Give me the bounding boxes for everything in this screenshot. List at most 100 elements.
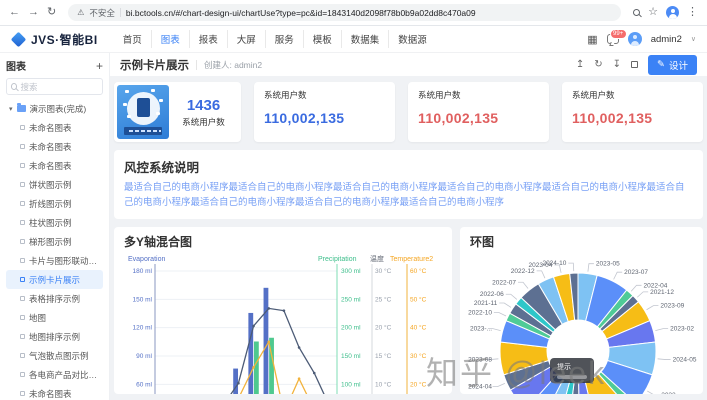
url-bar[interactable]: ⚠ 不安全 bi.bctools.cn/#/chart-design-ui/ch… (68, 4, 621, 21)
description-text: 最适合自己的电商小程序最适合自己的电商小程序最适合自己的电商小程序最适合自己的电… (124, 181, 693, 210)
line-series[interactable] (163, 342, 330, 394)
axis-tick-label: 10 °C (375, 381, 392, 389)
refresh-icon[interactable]: ↻ (47, 7, 56, 18)
username[interactable]: admin2 (651, 34, 682, 45)
nav-item-4[interactable]: 服务 (266, 30, 304, 48)
sidebar-item-label: 地图排序示例 (29, 331, 80, 343)
axis-name: Precipitation (318, 256, 357, 263)
stat-label: 系统用户数 (264, 89, 385, 101)
sidebar-item[interactable]: 梯形图示例 (6, 232, 103, 251)
sidebar-item-label: 示例卡片展示 (29, 274, 80, 286)
stat-label: 系统用户数 (572, 89, 693, 101)
sidebar-item-label: 饼状图示例 (29, 179, 72, 191)
sidebar-item-label: 未命名图表 (29, 388, 72, 400)
stat-card[interactable]: 系统用户数110,002,135 (562, 82, 703, 142)
stat-card[interactable]: 系统用户数110,002,135 (254, 82, 395, 142)
donut-slice-label: 2023-... (470, 326, 492, 333)
nav-item-5[interactable]: 模板 (304, 30, 342, 48)
sidebar-items: 未命名图表未命名图表未命名图表饼状图示例折线图示例柱状图示例梯形图示例卡片与图形… (6, 118, 103, 400)
charts-row: 多Y轴混合图 Evaporation180 ml150 ml120 ml90 m… (114, 227, 703, 394)
chart-item-icon (20, 315, 25, 320)
feature-card[interactable]: 1436 系统用户数 (114, 82, 241, 142)
bookmark-star-icon[interactable]: ☆ (648, 7, 658, 18)
nav-item-2[interactable]: 报表 (190, 30, 228, 48)
sidebar-item[interactable]: 未命名图表 (6, 118, 103, 137)
donut-slice-label: 2023-08 (468, 357, 492, 364)
folder-label: 演示图表(完成) (30, 103, 87, 115)
design-button[interactable]: ✎ 设计 (648, 55, 697, 75)
line-series[interactable] (163, 309, 330, 394)
sidebar-item-label: 地图 (29, 312, 46, 324)
sidebar-item[interactable]: 饼状图示例 (6, 175, 103, 194)
message-icon[interactable]: 99+ (607, 34, 619, 44)
axis-tick-label: 120 ml (132, 325, 152, 332)
chart-item-icon (20, 239, 25, 244)
share-icon[interactable]: ↥ (576, 60, 584, 70)
donut-slice-label: 2022-06 (480, 292, 504, 299)
edit-pencil-icon: ✎ (657, 59, 665, 70)
stat-card[interactable]: 系统用户数 110,002,135 (408, 82, 549, 142)
sidebar-item[interactable]: 气泡散点图示例 (6, 346, 103, 365)
sidebar-item[interactable]: 未命名图表 (6, 156, 103, 175)
sidebar-item[interactable]: 柱状图示例 (6, 213, 103, 232)
axis-tick-label: 40 °C (410, 324, 427, 332)
main-nav: 首页图表报表大屏服务模板数据集数据源 (114, 30, 436, 48)
search-icon (11, 83, 17, 90)
header-right: ▦ 99+ admin2 ∨ (587, 32, 696, 46)
feature-thumbnail (117, 85, 169, 139)
sidebar-item[interactable]: 各电商产品对比分析 (6, 365, 103, 384)
user-avatar[interactable] (628, 32, 642, 46)
sidebar-item[interactable]: 表格排序示例 (6, 289, 103, 308)
browser-profile-avatar[interactable] (666, 6, 679, 19)
nav-item-0[interactable]: 首页 (114, 30, 152, 48)
nav-item-7[interactable]: 数据源 (389, 30, 436, 48)
chevron-down-icon[interactable]: ∨ (691, 35, 696, 43)
stat-label: 系统用户数 (418, 89, 539, 101)
app-logo-text[interactable]: JVS·智能BI (31, 31, 98, 48)
axis-tick-label: 15 °C (375, 352, 392, 360)
sidebar-tree: ▾ 演示图表(完成) 未命名图表未命名图表未命名图表饼状图示例折线图示例柱状图示… (6, 99, 103, 400)
donut-slice-label: 2023-09 (660, 303, 684, 310)
refresh-chart-icon[interactable]: ↻ (594, 60, 602, 70)
cards-row: 1436 系统用户数 系统用户数110,002,135系统用户数110,002,… (114, 82, 703, 142)
donut-slice-label: 2021-12 (650, 289, 674, 296)
sidebar-item[interactable]: 卡片与图形联动示例 (6, 251, 103, 270)
security-chip[interactable]: 不安全 (89, 7, 115, 19)
sidebar-item[interactable]: 地图排序示例 (6, 327, 103, 346)
axis-tick-label: 180 ml (132, 268, 152, 275)
fullscreen-icon[interactable] (631, 61, 638, 68)
bar[interactable] (248, 313, 253, 394)
sidebar-item[interactable]: 示例卡片展示 (6, 270, 103, 289)
donut-slice-label: 2022-... (661, 392, 683, 394)
back-icon[interactable]: ← (9, 7, 20, 18)
zoom-magnifier-icon[interactable] (633, 9, 640, 16)
axis-name: Evaporation (128, 256, 165, 263)
donut-slice-label: 2024-10 (542, 261, 566, 268)
add-chart-button[interactable]: + (96, 60, 103, 72)
sidebar-item[interactable]: 未命名图表 (6, 137, 103, 156)
url-text[interactable]: bi.bctools.cn/#/chart-design-ui/chartUse… (126, 8, 612, 18)
download-icon[interactable]: ↧ (613, 60, 621, 70)
bar[interactable] (264, 288, 269, 394)
caret-down-icon[interactable]: ▾ (9, 105, 13, 113)
mixed-chart-svg[interactable]: Evaporation180 ml150 ml120 ml90 ml60 ml3… (114, 227, 452, 394)
sidebar-folder[interactable]: ▾ 演示图表(完成) (6, 99, 103, 118)
nav-item-3[interactable]: 大屏 (228, 30, 266, 48)
sidebar: 图表 + ▾ 演示图表(完成) 未命名图表未命名图表未命名图表饼状图示例折线图示… (0, 53, 110, 400)
stat-value: 110,002,135 (418, 110, 539, 126)
nav-item-1[interactable]: 图表 (152, 30, 190, 48)
description-panel: 风控系统说明 最适合自己的电商小程序最适合自己的电商小程序最适合自己的电商小程序… (114, 150, 703, 219)
browser-menu-dots-icon[interactable]: ⋮ (687, 7, 698, 18)
forward-icon[interactable]: → (28, 7, 39, 18)
app-logo-icon (11, 31, 27, 47)
nav-item-6[interactable]: 数据集 (342, 30, 390, 48)
sidebar-search[interactable] (6, 78, 103, 95)
donut-chart-panel: 环图 2023-052023-072022-042021-122023-0920… (460, 227, 703, 394)
apps-grid-icon[interactable]: ▦ (587, 33, 597, 46)
chart-item-icon (20, 372, 25, 377)
search-input[interactable] (20, 82, 98, 92)
sidebar-item[interactable]: 折线图示例 (6, 194, 103, 213)
sidebar-item[interactable]: 地图 (6, 308, 103, 327)
donut-chart-svg[interactable]: 2023-052023-072022-042021-122023-092023-… (460, 227, 703, 394)
sidebar-item[interactable]: 未命名图表 (6, 384, 103, 400)
